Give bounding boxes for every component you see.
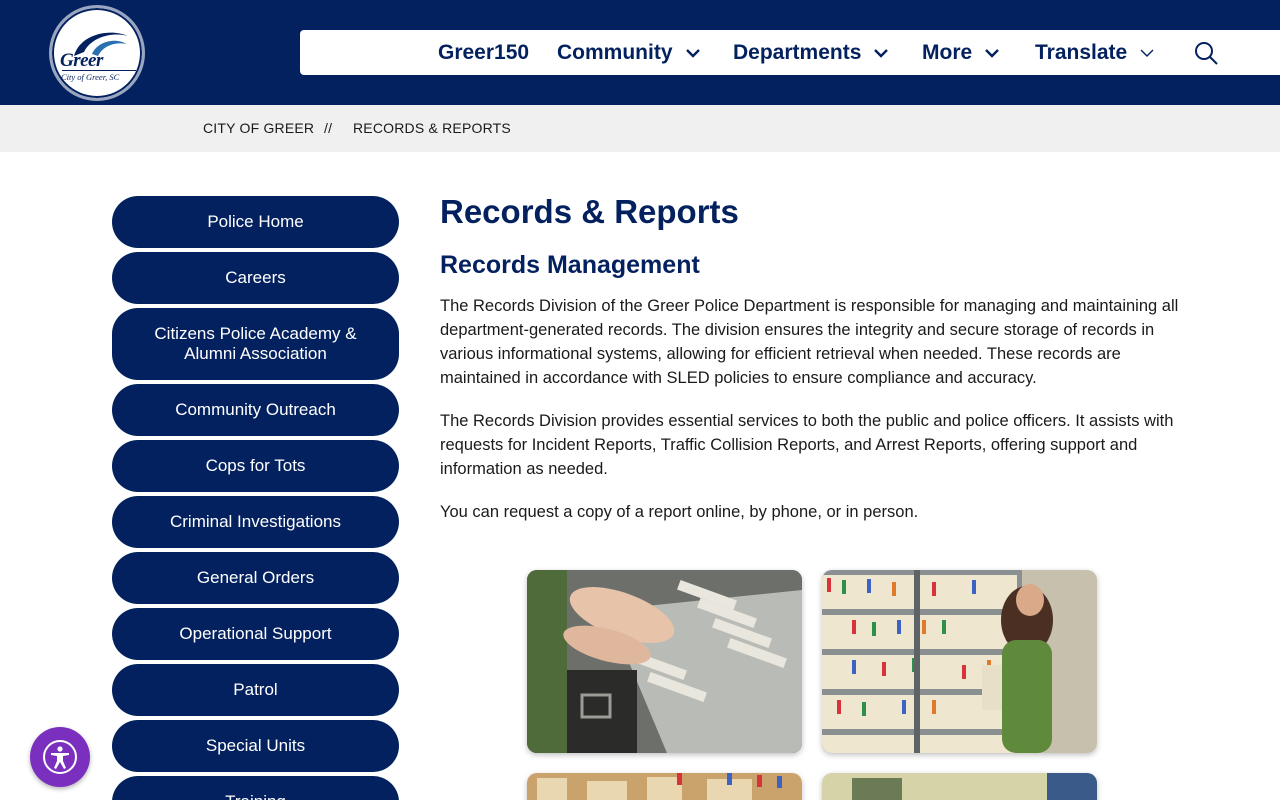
sidebar-item-careers[interactable]: Careers (112, 252, 399, 304)
chevron-down-icon (1140, 49, 1154, 57)
nav-item-departments[interactable]: Departments (733, 30, 889, 75)
sidebar-nav: Police Home Careers Citizens Police Acad… (112, 196, 399, 800)
paragraph: The Records Division provides essential … (440, 412, 1174, 478)
nav-item-more[interactable]: More (922, 30, 1000, 75)
sidebar-item-training[interactable]: Training (112, 776, 399, 800)
photo-file-folders (527, 773, 802, 800)
logo-subtitle: City of Greer, SC (61, 72, 120, 82)
site-header: Greer City of Greer, SC Greer150 Communi… (0, 0, 1280, 105)
nav-label: Translate (1035, 40, 1128, 64)
section-title: Records Management (440, 251, 700, 279)
breadcrumb-home-link[interactable]: CITY OF GREER (203, 105, 314, 152)
paragraph: You can request a copy of a report onlin… (440, 503, 919, 521)
main-navigation: Greer150 Community Departments More Tran… (300, 30, 1280, 75)
sidebar-item-citizens-police-academy[interactable]: Citizens Police Academy & Alumni Associa… (112, 308, 399, 380)
chevron-down-icon (874, 48, 889, 58)
search-icon[interactable] (1193, 40, 1219, 66)
sidebar-item-general-orders[interactable]: General Orders (112, 552, 399, 604)
breadcrumb-current: RECORDS & REPORTS (353, 120, 511, 136)
sidebar-item-special-units[interactable]: Special Units (112, 720, 399, 772)
sidebar-item-police-home[interactable]: Police Home (112, 196, 399, 248)
sidebar-item-cops-for-tots[interactable]: Cops for Tots (112, 440, 399, 492)
city-logo[interactable]: Greer City of Greer, SC (49, 5, 145, 101)
page-title: Records & Reports (440, 193, 739, 230)
nav-label: Greer150 (438, 40, 530, 64)
breadcrumb-separator: // (324, 120, 333, 136)
sidebar-item-patrol[interactable]: Patrol (112, 664, 399, 716)
sidebar-item-operational-support[interactable]: Operational Support (112, 608, 399, 660)
accessibility-icon (43, 740, 77, 774)
accessibility-button[interactable] (30, 727, 90, 787)
logo-wordmark: Greer (60, 50, 103, 71)
nav-label: More (922, 40, 973, 64)
chevron-down-icon (685, 48, 700, 58)
photo-file-drawer (527, 570, 802, 753)
nav-item-community[interactable]: Community (557, 30, 701, 75)
main-content: Records & Reports Records Management The… (440, 192, 1185, 524)
nav-label: Community (557, 40, 673, 64)
nav-label: Departments (733, 40, 862, 64)
logo-divider (62, 70, 136, 71)
breadcrumb: CITY OF GREER // RECORDS & REPORTS (0, 105, 1280, 152)
photo-office (822, 773, 1097, 800)
photo-records-shelves (822, 570, 1097, 753)
nav-item-greer150[interactable]: Greer150 (438, 30, 529, 75)
sidebar-item-community-outreach[interactable]: Community Outreach (112, 384, 399, 436)
sidebar-item-criminal-investigations[interactable]: Criminal Investigations (112, 496, 399, 548)
chevron-down-icon (985, 48, 1000, 58)
nav-item-translate[interactable]: Translate (1035, 30, 1155, 75)
paragraph: The Records Division of the Greer Police… (440, 297, 1179, 387)
